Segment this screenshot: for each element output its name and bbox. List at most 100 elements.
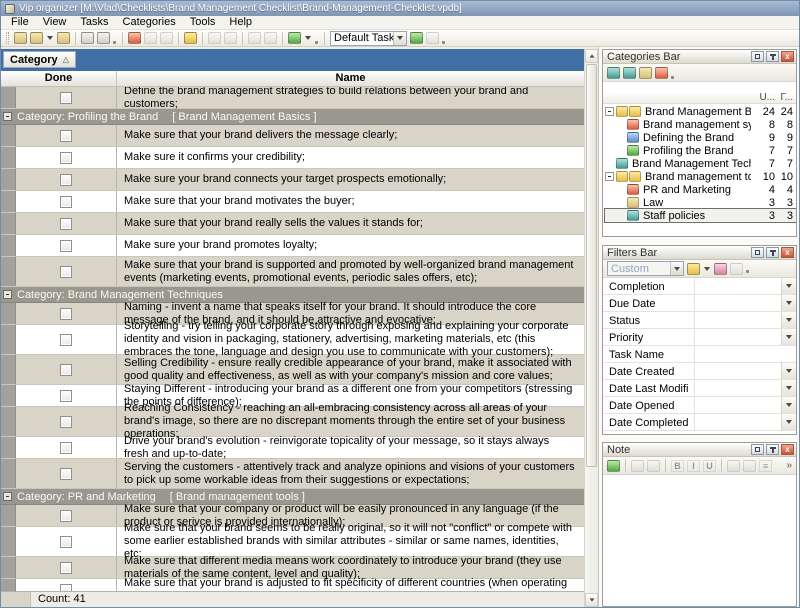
bold-icon[interactable]: B	[671, 460, 684, 472]
filter-dropdown-button[interactable]	[781, 414, 796, 430]
toolbar-overflow-icon[interactable]	[315, 41, 318, 44]
task-row[interactable]: Selling Credibility - ensure really cred…	[1, 355, 584, 385]
menu-help[interactable]: Help	[222, 16, 259, 29]
collapse-all-icon[interactable]	[264, 32, 277, 44]
row-selector-gutter[interactable]	[1, 355, 16, 384]
insert-image-icon[interactable]	[727, 460, 740, 472]
row-selector-gutter[interactable]	[1, 437, 16, 458]
collapse-group-icon[interactable]	[3, 290, 12, 299]
tree-row[interactable]: PR and Marketing44	[605, 183, 796, 196]
new-subcategory-icon[interactable]	[623, 67, 636, 79]
tree-row[interactable]: Brand management tools1010	[605, 170, 796, 183]
scroll-down-button[interactable]	[585, 593, 598, 607]
move-up-icon[interactable]	[224, 32, 237, 44]
task-name[interactable]: Make sure that your brand seems to be re…	[117, 527, 584, 556]
row-selector-gutter[interactable]	[1, 385, 16, 406]
task-name[interactable]: Make sure that your brand is adjusted to…	[117, 579, 584, 591]
filter-value-field[interactable]	[695, 295, 781, 311]
task-checkbox[interactable]	[60, 510, 72, 522]
task-name[interactable]: Drive your brand's evolution - reinvigor…	[117, 437, 584, 458]
task-name[interactable]: Reaching Consistency - reaching an all-e…	[117, 407, 584, 436]
task-checkbox[interactable]	[60, 130, 72, 142]
task-name[interactable]: Selling Credibility - ensure really cred…	[117, 355, 584, 384]
print-preview-icon[interactable]	[97, 32, 110, 44]
tree-row[interactable]: Staff policies33	[605, 209, 796, 222]
panel-pin-button[interactable]	[766, 444, 779, 455]
new-notebook-icon[interactable]	[14, 32, 27, 44]
move-down-icon[interactable]	[208, 32, 221, 44]
panel-restore-button[interactable]	[751, 51, 764, 62]
task-row[interactable]: Serving the customers - attentively trac…	[1, 459, 584, 489]
task-name[interactable]: Storytelling - try telling your corporat…	[117, 325, 584, 354]
task-name[interactable]: Make sure that your brand motivates the …	[117, 191, 584, 212]
toolbar-overflow-icon[interactable]	[442, 41, 445, 44]
tree-row[interactable]: Brand Management Basics2424	[605, 105, 796, 118]
menu-view[interactable]: View	[36, 16, 74, 29]
task-name[interactable]: Make sure that your brand delivers the m…	[117, 125, 584, 146]
menu-categories[interactable]: Categories	[116, 16, 183, 29]
apply-task-type-icon[interactable]	[410, 32, 423, 44]
tree-row[interactable]: Profiling the Brand77	[605, 144, 796, 157]
task-row[interactable]: Make sure that your brand delivers the m…	[1, 125, 584, 147]
toolbar-overflow-icon[interactable]	[746, 270, 749, 273]
task-name[interactable]: Make sure that your brand is supported a…	[117, 257, 584, 286]
column-header-name[interactable]: Name	[117, 71, 584, 86]
filter-value-field[interactable]	[695, 414, 781, 430]
filter-dropdown-button[interactable]	[781, 363, 796, 379]
task-checkbox[interactable]	[60, 468, 72, 480]
toolbar-overflow-icon[interactable]	[113, 41, 116, 44]
task-row[interactable]: Storytelling - try telling your corporat…	[1, 325, 584, 355]
task-row[interactable]: Reaching Consistency - reaching an all-e…	[1, 407, 584, 437]
panel-close-button[interactable]: x	[781, 51, 794, 62]
task-checkbox[interactable]	[60, 218, 72, 230]
task-checkbox[interactable]	[60, 174, 72, 186]
complete-dropdown-caret-icon[interactable]	[304, 36, 312, 40]
tree-row[interactable]: Brand management system88	[605, 118, 796, 131]
task-name[interactable]: Make sure that different media means wor…	[117, 557, 584, 578]
print-note-icon[interactable]	[647, 460, 660, 472]
tree-row[interactable]: Law33	[605, 196, 796, 209]
row-selector-gutter[interactable]	[1, 459, 16, 488]
task-name[interactable]: Serving the customers - attentively trac…	[117, 459, 584, 488]
collapse-group-icon[interactable]	[3, 492, 12, 501]
row-selector-gutter[interactable]	[1, 303, 16, 324]
row-selector-gutter[interactable]	[1, 87, 16, 108]
panel-close-button[interactable]: x	[781, 444, 794, 455]
task-name[interactable]: Make sure your brand promotes loyalty;	[117, 235, 584, 256]
task-checkbox[interactable]	[60, 266, 72, 278]
tree-expander-icon[interactable]	[605, 107, 614, 116]
task-checkbox[interactable]	[60, 152, 72, 164]
tree-row[interactable]: Brand Management Techniques77	[605, 157, 796, 170]
row-selector-gutter[interactable]	[1, 579, 16, 591]
cancel-task-type-icon[interactable]	[426, 32, 439, 44]
filter-preset-combobox[interactable]: Custom	[607, 261, 684, 276]
row-selector-gutter[interactable]	[1, 147, 16, 168]
row-selector-gutter[interactable]	[1, 235, 16, 256]
group-by-category-button[interactable]: Category △	[3, 51, 76, 68]
filter-value-field[interactable]	[695, 363, 781, 379]
filter-dropdown-button[interactable]	[781, 312, 796, 328]
toolbar-overflow-icon[interactable]	[671, 76, 674, 79]
apply-filter-icon[interactable]	[687, 263, 700, 275]
filter-dropdown-button[interactable]	[781, 329, 796, 345]
column-header-done[interactable]: Done	[1, 71, 117, 86]
scrollbar-track[interactable]	[585, 63, 598, 593]
task-name[interactable]: Define the brand management strategies t…	[117, 87, 584, 108]
filter-value-field[interactable]	[695, 346, 796, 362]
menu-file[interactable]: File	[4, 16, 36, 29]
new-category-icon[interactable]	[607, 67, 620, 79]
row-selector-gutter[interactable]	[1, 527, 16, 556]
panel-restore-button[interactable]	[751, 444, 764, 455]
row-selector-gutter[interactable]	[1, 505, 16, 526]
panel-restore-button[interactable]	[751, 247, 764, 258]
task-checkbox[interactable]	[60, 584, 72, 592]
task-checkbox[interactable]	[60, 334, 72, 346]
task-row[interactable]: Make sure your brand promotes loyalty;	[1, 235, 584, 257]
row-selector-gutter[interactable]	[1, 557, 16, 578]
task-checkbox[interactable]	[60, 308, 72, 320]
filter-value-field[interactable]	[695, 312, 781, 328]
new-note-page-icon[interactable]	[631, 460, 644, 472]
menu-tools[interactable]: Tools	[183, 16, 223, 29]
collapse-group-icon[interactable]	[3, 112, 12, 121]
tree-expander-icon[interactable]	[605, 172, 614, 181]
